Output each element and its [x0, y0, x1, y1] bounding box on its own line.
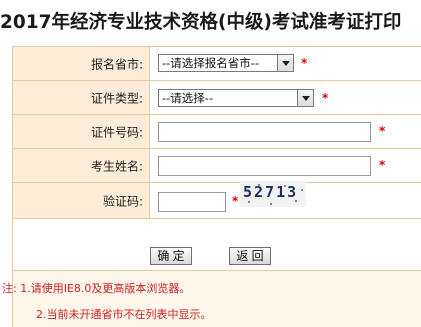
row-name: 考生姓名: * — [13, 149, 421, 183]
cert-type-label-cell: 证件类型: — [13, 81, 150, 114]
captcha-text: 52713 — [243, 183, 299, 201]
name-input[interactable] — [158, 156, 371, 176]
province-select[interactable]: --请选择报名省市-- — [158, 54, 294, 72]
province-label-cell: 报名省市: — [13, 47, 150, 80]
cert-number-input[interactable] — [158, 122, 371, 142]
name-label-cell: 考生姓名: — [13, 149, 150, 182]
cert-type-label: 证件类型: — [90, 91, 143, 105]
cert-type-select-value: --请选择-- — [162, 91, 214, 105]
row-cert-type: 证件类型: --请选择-- * — [13, 81, 421, 115]
province-label: 报名省市: — [90, 57, 143, 71]
row-province: 报名省市: --请选择报名省市-- * — [13, 47, 421, 81]
cert-no-field-cell: * — [150, 115, 421, 148]
row-cert-number: 证件号码: * — [13, 115, 421, 149]
chevron-down-icon[interactable] — [297, 90, 313, 106]
row-buttons — [13, 219, 421, 271]
cert-type-field-cell: --请选择-- * — [150, 81, 421, 114]
captcha-input[interactable] — [158, 192, 226, 212]
required-star: * — [379, 158, 386, 172]
name-label: 考生姓名: — [90, 159, 143, 173]
cert-no-label-cell: 证件号码: — [13, 115, 150, 148]
province-select-value: --请选择报名省市-- — [162, 56, 260, 70]
confirm-button[interactable]: 确 定 — [150, 247, 192, 265]
page-title: 2017年经济专业技术资格(中级)考试准考证打印 — [0, 12, 402, 33]
row-captcha: 验证码: * — [13, 183, 421, 219]
required-star: * — [379, 124, 386, 138]
captcha-label: 验证码: — [102, 194, 143, 208]
captcha-image[interactable]: 52713 — [240, 181, 306, 207]
cert-no-label: 证件号码: — [90, 125, 143, 139]
buttons-cell — [13, 219, 421, 270]
required-star: * — [301, 56, 308, 70]
note-line-2: 2.当前未开通省市不在列表中显示。 — [36, 308, 212, 321]
cert-type-select[interactable]: --请选择-- — [158, 89, 314, 107]
captcha-label-cell: 验证码: — [13, 183, 150, 218]
chevron-down-icon[interactable] — [277, 55, 293, 71]
name-field-cell: * — [150, 149, 421, 182]
back-button[interactable]: 返 回 — [229, 247, 271, 265]
required-star: * — [322, 91, 329, 105]
note-line-1: 注: 1.请使用IE8.0及更高版本浏览器。 — [2, 282, 191, 295]
province-field-cell: --请选择报名省市-- * — [150, 47, 421, 80]
required-star: * — [232, 194, 239, 208]
